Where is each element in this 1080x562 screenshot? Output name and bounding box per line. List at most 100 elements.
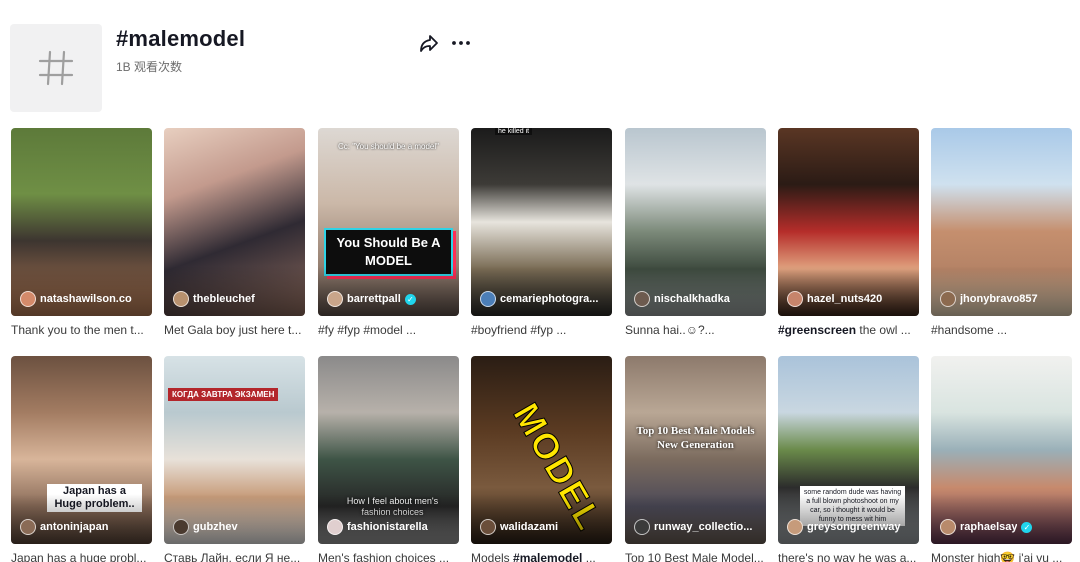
video-card[interactable]: Japan has a Huge problem..antoninjapan Ja… xyxy=(11,356,152,562)
video-card[interactable]: hazel_nuts420 #greenscreen the owl ... xyxy=(778,128,919,337)
video-caption[interactable]: Monster high🤓 i'ai vu ... xyxy=(931,551,1072,562)
creator-username[interactable]: greysongreenway xyxy=(807,521,901,533)
caption-text: Men's fashion choices ... xyxy=(318,551,450,562)
overlay-top-text: he killed it xyxy=(495,128,533,135)
video-thumbnail[interactable]: thebleuchef xyxy=(164,128,305,316)
video-caption[interactable]: Models #malemodel ... xyxy=(471,551,612,562)
page-title: #malemodel xyxy=(116,26,246,51)
video-card[interactable]: КОГДА ЗАВТРА ЭКЗАМЕН gubzhev Ставь Лайн, е… xyxy=(164,356,305,562)
video-thumbnail[interactable]: hazel_nuts420 xyxy=(778,128,919,316)
avatar[interactable] xyxy=(173,291,189,307)
video-caption[interactable]: Japan has a huge probl... xyxy=(11,551,152,562)
creator-info[interactable]: gubzhev xyxy=(173,519,238,535)
video-thumbnail[interactable]: raphaelsay ✓ xyxy=(931,356,1072,544)
creator-username[interactable]: gubzhev xyxy=(193,521,238,533)
video-caption[interactable]: Met Gala boy just here t... xyxy=(164,323,305,337)
avatar[interactable] xyxy=(787,519,803,535)
video-thumbnail[interactable]: Cc: "You should be a model" You Should Be… xyxy=(318,128,459,316)
overlay-top-text: Cc: "You should be a model" xyxy=(337,142,439,151)
creator-info[interactable]: runway_collectio... xyxy=(634,519,752,535)
video-caption[interactable]: #handsome ... xyxy=(931,323,1072,337)
creator-info[interactable]: hazel_nuts420 xyxy=(787,291,882,307)
more-options-button[interactable] xyxy=(450,32,472,54)
creator-username[interactable]: jhonybravo857 xyxy=(960,293,1038,305)
avatar[interactable] xyxy=(327,519,343,535)
avatar[interactable] xyxy=(787,291,803,307)
video-card[interactable]: MODEL walidazami Models #malemodel ... xyxy=(471,356,612,562)
video-card[interactable]: Top 10 Best Male Models New Generation ru… xyxy=(625,356,766,562)
avatar[interactable] xyxy=(173,519,189,535)
view-count: 1B 观看次数 xyxy=(116,60,183,74)
creator-info[interactable]: raphaelsay ✓ xyxy=(940,519,1033,535)
creator-info[interactable]: greysongreenway xyxy=(787,519,901,535)
video-card[interactable]: Cc: "You should be a model" You Should Be… xyxy=(318,128,459,337)
caption-hashtag-link[interactable]: #malemodel xyxy=(513,551,586,562)
video-card[interactable]: thebleuchef Met Gala boy just here t... xyxy=(164,128,305,337)
video-caption[interactable]: Thank you to the men t... xyxy=(11,323,152,337)
caption-hashtag-link[interactable]: #greenscreen xyxy=(778,323,859,337)
video-thumbnail[interactable]: some random dude was having a full blown… xyxy=(778,356,919,544)
video-thumbnail[interactable]: How I feel about men's fashion choicesfa… xyxy=(318,356,459,544)
caption-text: Thank you to the men t... xyxy=(11,323,144,337)
video-caption[interactable]: Men's fashion choices ... xyxy=(318,551,459,562)
creator-username[interactable]: runway_collectio... xyxy=(654,521,752,533)
share-button[interactable] xyxy=(418,32,440,54)
video-card[interactable]: natashawilson.co Thank you to the men t..… xyxy=(11,128,152,337)
avatar[interactable] xyxy=(327,291,343,307)
video-thumbnail[interactable]: КОГДА ЗАВТРА ЭКЗАМЕН gubzhev xyxy=(164,356,305,544)
video-card[interactable]: he killed it cemariephotogra... #boyfriend… xyxy=(471,128,612,337)
avatar[interactable] xyxy=(634,291,650,307)
caption-text: Top 10 Best Male Model... xyxy=(625,551,764,562)
creator-info[interactable]: natashawilson.co xyxy=(20,291,132,307)
caption-text: there's no way he was a... xyxy=(778,551,917,562)
video-thumbnail[interactable]: natashawilson.co xyxy=(11,128,152,316)
avatar[interactable] xyxy=(940,519,956,535)
caption-text: #boyfriend #fyp ... xyxy=(471,323,567,337)
video-thumbnail[interactable]: he killed it cemariephotogra... xyxy=(471,128,612,316)
video-caption[interactable]: Sunna hai..☺?... xyxy=(625,323,766,337)
creator-username[interactable]: natashawilson.co xyxy=(40,293,132,305)
creator-info[interactable]: thebleuchef xyxy=(173,291,255,307)
video-caption[interactable]: #boyfriend #fyp ... xyxy=(471,323,612,337)
avatar[interactable] xyxy=(480,291,496,307)
avatar[interactable] xyxy=(940,291,956,307)
creator-info[interactable]: fashionistarella xyxy=(327,519,428,535)
video-thumbnail[interactable]: Top 10 Best Male Models New Generation ru… xyxy=(625,356,766,544)
avatar[interactable] xyxy=(20,519,36,535)
hashtag-icon xyxy=(38,50,74,86)
creator-info[interactable]: barrettpall ✓ xyxy=(327,291,416,307)
video-thumbnail[interactable]: nischalkhadka xyxy=(625,128,766,316)
video-card[interactable]: nischalkhadka Sunna hai..☺?... xyxy=(625,128,766,337)
caption-text: the owl ... xyxy=(859,323,911,337)
creator-username[interactable]: barrettpall xyxy=(347,293,401,305)
video-card[interactable]: jhonybravo857 #handsome ... xyxy=(931,128,1072,337)
creator-username[interactable]: fashionistarella xyxy=(347,521,428,533)
video-caption[interactable]: #fy #fyp #model ... xyxy=(318,323,459,337)
video-thumbnail[interactable]: MODEL walidazami xyxy=(471,356,612,544)
overlay-main-text: Top 10 Best Male Models New Generation xyxy=(636,425,755,451)
video-card[interactable]: How I feel about men's fashion choicesfa… xyxy=(318,356,459,562)
creator-username[interactable]: nischalkhadka xyxy=(654,293,730,305)
video-thumbnail[interactable]: Japan has a Huge problem..antoninjapan xyxy=(11,356,152,544)
video-caption[interactable]: there's no way he was a... xyxy=(778,551,919,562)
video-card[interactable]: some random dude was having a full blown… xyxy=(778,356,919,562)
creator-info[interactable]: antoninjapan xyxy=(20,519,108,535)
avatar[interactable] xyxy=(480,519,496,535)
creator-username[interactable]: thebleuchef xyxy=(193,293,255,305)
creator-info[interactable]: cemariephotogra... xyxy=(480,291,598,307)
video-caption[interactable]: Top 10 Best Male Model... xyxy=(625,551,766,562)
creator-username[interactable]: walidazami xyxy=(500,521,558,533)
video-caption[interactable]: #greenscreen the owl ... xyxy=(778,323,919,337)
video-card[interactable]: raphaelsay ✓ Monster high🤓 i'ai vu ... xyxy=(931,356,1072,562)
creator-username[interactable]: hazel_nuts420 xyxy=(807,293,882,305)
creator-info[interactable]: walidazami xyxy=(480,519,558,535)
video-thumbnail[interactable]: jhonybravo857 xyxy=(931,128,1072,316)
creator-info[interactable]: jhonybravo857 xyxy=(940,291,1038,307)
creator-username[interactable]: antoninjapan xyxy=(40,521,108,533)
creator-username[interactable]: raphaelsay xyxy=(960,521,1017,533)
video-caption[interactable]: Ставь Лайн, если Я не... xyxy=(164,551,305,562)
creator-info[interactable]: nischalkhadka xyxy=(634,291,730,307)
creator-username[interactable]: cemariephotogra... xyxy=(500,293,598,305)
avatar[interactable] xyxy=(20,291,36,307)
avatar[interactable] xyxy=(634,519,650,535)
